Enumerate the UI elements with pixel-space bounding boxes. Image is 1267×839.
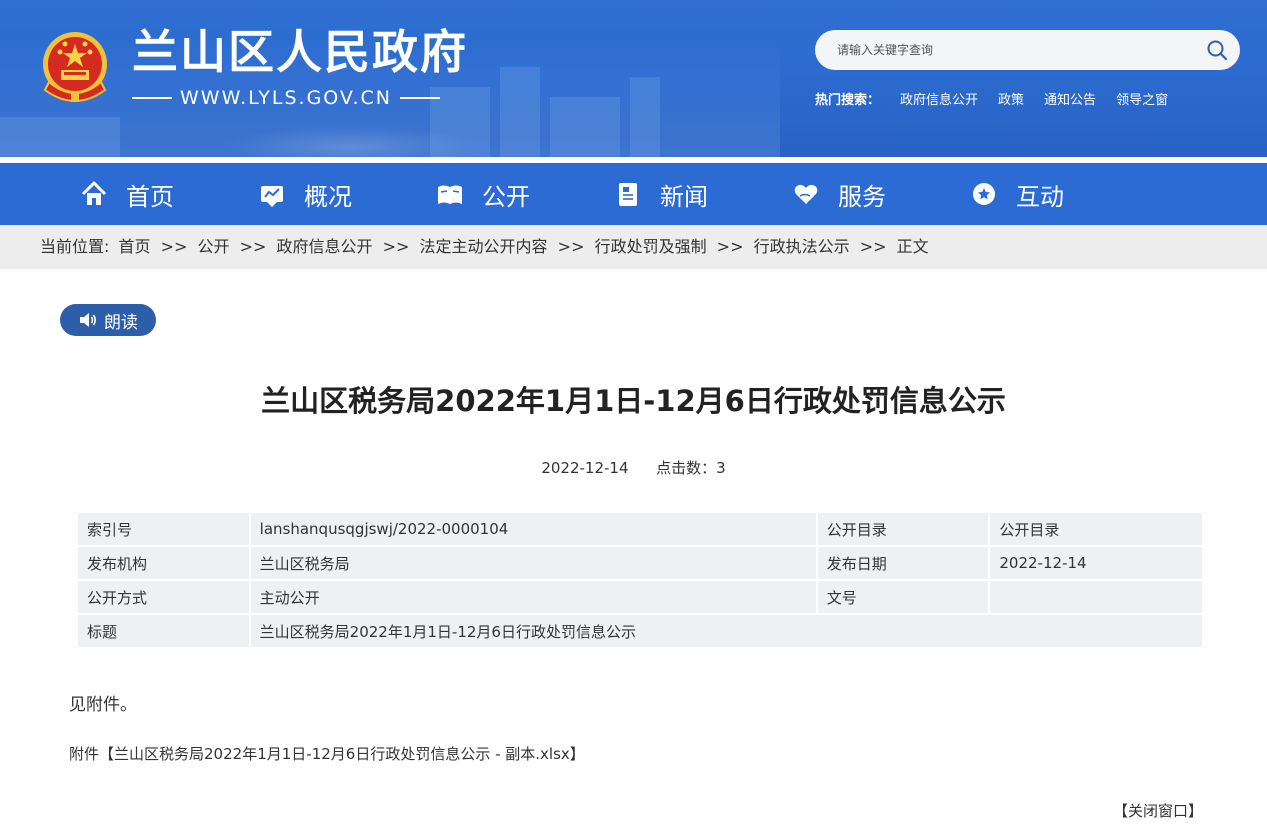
site-title[interactable]: 兰山区人民政府: [132, 24, 468, 80]
nav-item-open[interactable]: 公开: [436, 163, 530, 225]
site-header: 兰山区人民政府 WWW.LYLS.GOV.CN 热门搜索： 政府信息公开 政策 …: [0, 0, 1267, 157]
hot-search: 热门搜索： 政府信息公开 政策 通知公告 领导之窗: [815, 89, 1188, 108]
hot-search-link[interactable]: 政策: [998, 89, 1024, 108]
attachment-suffix: 】: [569, 745, 585, 763]
hot-search-link[interactable]: 通知公告: [1044, 89, 1096, 108]
table-cell-label: 发布日期: [815, 545, 991, 581]
table-cell-value: 主动公开: [248, 579, 818, 615]
url-right-line: [399, 97, 440, 99]
table-cell-label: 文号: [815, 579, 991, 615]
breadcrumb-link[interactable]: 行政执法公示: [754, 237, 850, 256]
hot-search-link[interactable]: 领导之窗: [1116, 89, 1168, 108]
breadcrumb-separator: >>: [716, 237, 744, 256]
hot-search-label: 热门搜索：: [815, 93, 881, 108]
breadcrumb-separator: >>: [239, 237, 267, 256]
table-cell-value: lanshanqusqgjswj/2022-0000104: [248, 511, 818, 547]
attachment: 附件【兰山区税务局2022年1月1日-12月6日行政处罚信息公示 - 副本.xl…: [69, 743, 585, 764]
overview-icon: [258, 180, 286, 208]
url-left-line: [132, 97, 172, 99]
attachment-prefix: 附件【: [69, 745, 115, 763]
nav-item-news[interactable]: 新闻: [614, 163, 708, 225]
breadcrumb-current: 正文: [896, 237, 929, 256]
hot-search-link[interactable]: 政府信息公开: [900, 89, 978, 108]
table-cell-label: 索引号: [76, 511, 251, 547]
open-book-icon: [436, 180, 464, 208]
table-cell-label: 公开方式: [76, 579, 251, 615]
nav-item-label: 公开: [482, 182, 530, 211]
home-icon: [80, 180, 108, 208]
info-table: 索引号 lanshanqusqgjswj/2022-0000104 公开目录 公…: [76, 511, 1205, 649]
click-count-label: 点击数：: [656, 459, 717, 477]
breadcrumb-link[interactable]: 政府信息公开: [277, 237, 373, 256]
breadcrumb-link[interactable]: 行政处罚及强制: [595, 237, 707, 256]
news-icon: [614, 180, 642, 208]
read-aloud-button[interactable]: 朗读: [60, 304, 156, 336]
speaker-icon: [78, 310, 98, 330]
table-cell-label: 标题: [76, 613, 251, 649]
national-emblem-icon[interactable]: [39, 30, 111, 106]
article-title: 兰山区税务局2022年1月1日-12月6日行政处罚信息公示: [261, 384, 1006, 418]
breadcrumb-link[interactable]: 首页: [119, 237, 151, 256]
read-aloud-label: 朗读: [104, 312, 138, 333]
attachment-link[interactable]: 兰山区税务局2022年1月1日-12月6日行政处罚信息公示 - 副本.xlsx: [114, 745, 570, 763]
close-window-button[interactable]: 【关闭窗口】: [1113, 800, 1203, 821]
breadcrumb-separator: >>: [382, 237, 410, 256]
table-cell-value: 兰山区税务局: [248, 545, 818, 581]
breadcrumb-separator: >>: [160, 237, 188, 256]
table-cell-value: 2022-12-14: [988, 545, 1204, 581]
breadcrumb-prefix: 当前位置:: [40, 237, 110, 256]
nav-item-service[interactable]: 服务: [792, 163, 886, 225]
heart-hand-icon: [792, 180, 820, 208]
table-cell-value: 公开目录: [988, 511, 1204, 547]
site-url-text: WWW.LYLS.GOV.CN: [180, 87, 392, 109]
table-cell-label: 公开目录: [815, 511, 991, 547]
table-row: 公开方式 主动公开 文号: [76, 579, 1204, 615]
article-date: 2022-12-14: [541, 459, 629, 477]
breadcrumb-separator: >>: [859, 237, 887, 256]
main-nav: 首页 概况 公开 新闻 服务 互动: [0, 163, 1267, 225]
breadcrumb-link[interactable]: 法定主动公开内容: [420, 237, 548, 256]
search-input[interactable]: [837, 30, 1177, 70]
breadcrumb-link[interactable]: 公开: [198, 237, 230, 256]
table-row: 索引号 lanshanqusqgjswj/2022-0000104 公开目录 公…: [76, 511, 1204, 547]
nav-item-label: 概况: [304, 182, 352, 211]
site-url: WWW.LYLS.GOV.CN: [132, 86, 462, 110]
nav-item-label: 服务: [838, 182, 886, 211]
breadcrumb-separator: >>: [557, 237, 585, 256]
article-meta: 2022-12-14 点击数：3: [0, 457, 1267, 478]
table-row: 发布机构 兰山区税务局 发布日期 2022-12-14: [76, 545, 1204, 581]
search-box: [815, 30, 1240, 70]
nav-item-interact[interactable]: 互动: [970, 163, 1064, 225]
click-count: 3: [716, 459, 726, 477]
table-cell-value: [988, 579, 1204, 615]
chat-star-icon: [970, 180, 998, 208]
nav-item-home[interactable]: 首页: [80, 163, 174, 225]
breadcrumb: 当前位置: 首页 >> 公开 >> 政府信息公开 >> 法定主动公开内容 >> …: [0, 225, 1267, 269]
nav-item-label: 新闻: [660, 182, 708, 211]
table-cell-label: 发布机构: [76, 545, 251, 581]
table-cell-value: 兰山区税务局2022年1月1日-12月6日行政处罚信息公示: [248, 613, 1205, 649]
nav-item-overview[interactable]: 概况: [258, 163, 352, 225]
nav-item-label: 互动: [1016, 182, 1064, 211]
nav-item-label: 首页: [126, 182, 174, 211]
search-icon[interactable]: [1206, 39, 1228, 61]
article-body: 见附件。: [69, 695, 137, 715]
table-row: 标题 兰山区税务局2022年1月1日-12月6日行政处罚信息公示: [76, 613, 1205, 649]
